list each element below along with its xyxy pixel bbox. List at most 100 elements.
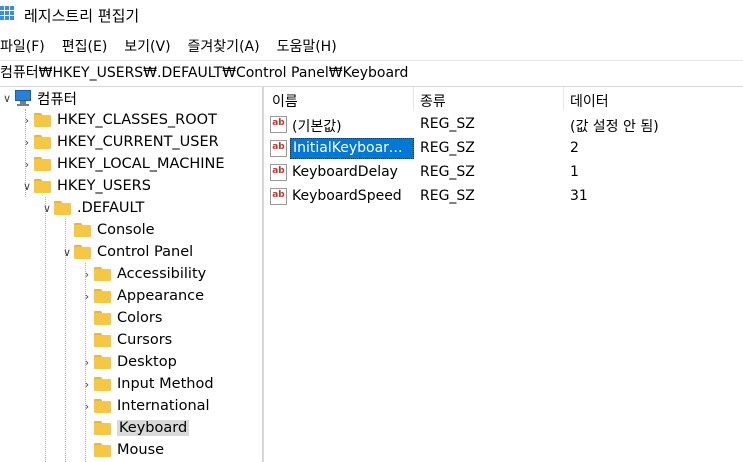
chevron-right-icon[interactable]: › [80,395,94,417]
folder-icon [34,179,51,193]
regedit-icon [0,6,14,20]
value-name: KeyboardSpeed [292,188,402,204]
ab-string-icon: ab [270,140,287,157]
column-divider[interactable] [563,87,564,111]
menu-view[interactable]: 보기(V) [124,36,179,56]
tree-item-hkey-users[interactable]: ∨ HKEY_USERS [20,175,151,197]
menu-favorites[interactable]: 즐겨찾기(A) [188,36,269,56]
value-data: 2 [570,140,579,156]
list-row[interactable]: ab KeyboardDelay REG_SZ 1 [264,161,743,185]
tree-label: Cursors [117,332,173,348]
tree-label: Colors [117,310,163,326]
value-name: KeyboardDelay [292,164,398,180]
value-type: REG_SZ [420,140,475,156]
folder-icon [94,267,111,281]
folder-icon [94,355,111,369]
folder-icon [94,333,111,347]
folder-icon [34,157,51,171]
tree-item-console[interactable]: Console [60,219,155,241]
chevron-right-icon[interactable]: › [80,351,94,373]
folder-icon [94,399,111,413]
tree-label: International [117,398,210,414]
menu-edit[interactable]: 편집(E) [62,36,117,56]
value-type: REG_SZ [420,164,475,180]
key-tree[interactable]: ∨ 컴퓨터 › HKEY_CLASSES_ROOT › HKEY_CURRENT… [0,87,262,462]
tree-label: Input Method [117,376,214,392]
chevron-down-icon[interactable]: ∨ [60,241,74,263]
tree-label: Control Panel [97,244,194,260]
chevron-right-icon[interactable]: › [80,285,94,307]
address-bar[interactable]: 컴퓨터₩HKEY_USERS₩.DEFAULT₩Control Panel₩Ke… [0,60,743,87]
folder-icon [34,135,51,149]
tree-item-appearance[interactable]: › Appearance [80,285,204,307]
chevron-right-icon[interactable]: › [20,109,34,131]
folder-icon [94,377,111,391]
chevron-right-icon[interactable]: › [80,263,94,285]
list-row[interactable]: ab (기본값) REG_SZ (값 설정 안 됨) [264,113,743,137]
tree-item-hkey-local-machine[interactable]: › HKEY_LOCAL_MACHINE [20,153,225,175]
tree-item-default[interactable]: ∨ .DEFAULT [40,197,144,219]
tree-label: HKEY_LOCAL_MACHINE [57,156,225,172]
value-list[interactable]: 이름 종류 데이터 ab (기본값) REG_SZ (값 설정 안 됨) ab … [264,87,743,462]
tree-label: Mouse [117,442,165,458]
tree-connector [45,197,46,462]
tree-item-computer[interactable]: ∨ 컴퓨터 [0,87,77,109]
menu-help[interactable]: 도움말(H) [277,36,346,56]
tree-label: Keyboard [117,420,190,436]
value-data: 1 [570,164,579,180]
title-bar: 레지스트리 편집기 [0,0,743,34]
value-type: REG_SZ [420,116,475,132]
chevron-down-icon[interactable]: ∨ [40,197,54,219]
tree-item-colors[interactable]: Colors [80,307,162,329]
chevron-down-icon[interactable]: ∨ [20,175,34,197]
tree-item-control-panel[interactable]: ∨ Control Panel [60,241,193,263]
menu-file[interactable]: 파일(F) [0,36,54,56]
tree-label: HKEY_CURRENT_USER [57,134,219,150]
tree-label: Desktop [117,354,177,370]
folder-icon [74,245,91,259]
chevron-right-icon[interactable]: › [20,153,34,175]
chevron-right-icon[interactable]: › [20,131,34,153]
tree-label: Appearance [117,288,205,304]
tree-label: HKEY_USERS [57,178,151,194]
column-header-type[interactable]: 종류 [420,91,446,111]
tree-label: Console [97,222,155,238]
tree-item-mouse[interactable]: Mouse [80,439,164,461]
tree-item-international[interactable]: › International [80,395,210,417]
value-data: (값 설정 안 됨) [570,119,659,135]
tree-item-hkey-current-user[interactable]: › HKEY_CURRENT_USER [20,131,219,153]
tree-label: Accessibility [117,266,207,282]
chevron-down-icon[interactable]: ∨ [0,87,14,109]
column-header-data[interactable]: 데이터 [570,91,609,111]
tree-item-cursors[interactable]: Cursors [80,329,172,351]
tree-item-accessibility[interactable]: › Accessibility [80,263,206,285]
window-title: 레지스트리 편집기 [24,7,140,25]
tree-item-input-method[interactable]: › Input Method [80,373,214,395]
folder-icon [94,311,111,325]
tree-item-keyboard[interactable]: Keyboard [80,417,190,439]
list-row[interactable]: ab InitialKeyboardI... REG_SZ 2 [264,137,743,161]
value-data: 31 [570,188,588,204]
list-header: 이름 종류 데이터 [264,87,743,111]
tree-label: 컴퓨터 [37,91,78,108]
computer-icon [14,90,32,106]
tree-item-desktop[interactable]: › Desktop [80,351,177,373]
ab-string-icon: ab [270,164,287,181]
menu-bar: 파일(F) 편집(E) 보기(V) 즐겨찾기(A) 도움말(H) [0,34,743,58]
column-divider[interactable] [413,87,414,111]
tree-item-hkey-classes-root[interactable]: › HKEY_CLASSES_ROOT [20,109,217,131]
value-type: REG_SZ [420,188,475,204]
folder-icon [94,289,111,303]
chevron-right-icon[interactable]: › [80,373,94,395]
folder-icon [74,223,91,237]
column-header-name[interactable]: 이름 [272,91,298,111]
ab-string-icon: ab [270,188,287,205]
folder-icon [94,443,111,457]
list-row[interactable]: ab KeyboardSpeed REG_SZ 31 [264,185,743,209]
value-name: InitialKeyboardI... [290,138,414,159]
tree-label: HKEY_CLASSES_ROOT [57,112,217,128]
